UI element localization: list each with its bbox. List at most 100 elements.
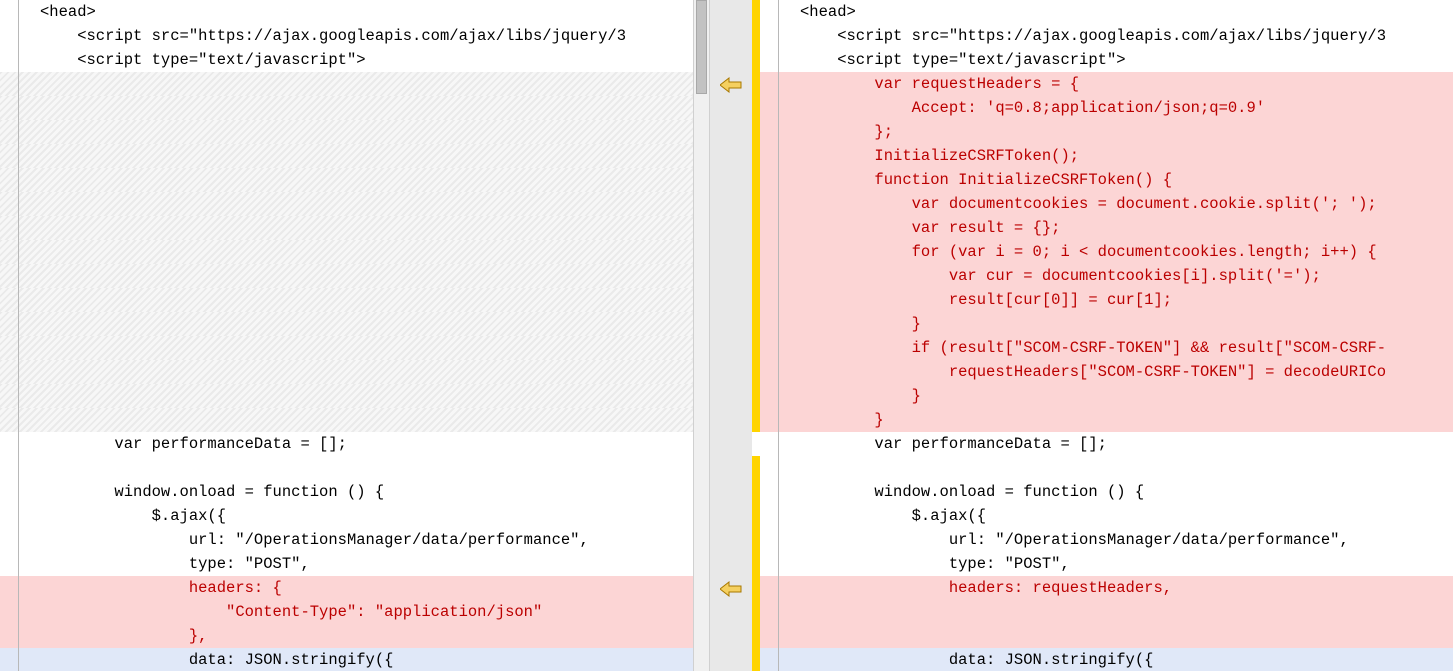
right-code-line[interactable]: } [760,312,1453,336]
left-code-line[interactable] [0,216,693,240]
code-text: }, [40,627,207,645]
left-code-line[interactable] [0,456,693,480]
right-code-line[interactable]: var documentcookies = document.cookie.sp… [760,192,1453,216]
right-code-line[interactable] [760,456,1453,480]
fold-gutter [760,408,800,432]
fold-gutter [760,24,800,48]
right-code-line[interactable]: window.onload = function () { [760,480,1453,504]
fold-gutter [760,576,800,600]
right-code-line[interactable]: var requestHeaders = { [760,72,1453,96]
fold-gutter [0,144,40,168]
left-code-line[interactable]: headers: { [0,576,693,600]
left-code-line[interactable] [0,288,693,312]
merge-left-arrow-icon[interactable] [720,581,742,597]
left-code-line[interactable] [0,168,693,192]
scroll-thumb[interactable] [696,0,707,94]
fold-gutter [0,240,40,264]
right-code-line[interactable]: for (var i = 0; i < documentcookies.leng… [760,240,1453,264]
left-pane[interactable]: <head> <script src="https://ajax.googlea… [0,0,693,671]
right-code-line[interactable]: headers: requestHeaders, [760,576,1453,600]
right-code-line[interactable]: <head> [760,0,1453,24]
right-code-line[interactable]: }; [760,120,1453,144]
left-code-line[interactable] [0,336,693,360]
code-text: data: JSON.stringify({ [40,651,393,669]
code-text: for (var i = 0; i < documentcookies.leng… [800,243,1377,261]
fold-gutter [0,432,40,456]
left-code-line[interactable]: window.onload = function () { [0,480,693,504]
left-code-line[interactable] [0,240,693,264]
left-code-line[interactable]: <script src="https://ajax.googleapis.com… [0,24,693,48]
right-code-line[interactable]: function InitializeCSRFToken() { [760,168,1453,192]
fold-gutter [760,528,800,552]
code-text: } [800,387,921,405]
fold-gutter [760,624,800,648]
right-code-line[interactable] [760,624,1453,648]
code-text: $.ajax({ [800,507,986,525]
fold-gutter [0,72,40,96]
left-code-line[interactable]: var performanceData = []; [0,432,693,456]
right-code-line[interactable]: result[cur[0]] = cur[1]; [760,288,1453,312]
fold-gutter [0,624,40,648]
left-code-line[interactable]: data: JSON.stringify({ [0,648,693,671]
code-text: var documentcookies = document.cookie.sp… [800,195,1377,213]
left-code-line[interactable]: <script type="text/javascript"> [0,48,693,72]
fold-gutter [0,312,40,336]
overview-ruler[interactable] [752,0,760,671]
left-code-line[interactable] [0,264,693,288]
right-code-line[interactable]: <script src="https://ajax.googleapis.com… [760,24,1453,48]
left-code-line[interactable] [0,192,693,216]
left-code-line[interactable]: type: "POST", [0,552,693,576]
code-text: InitializeCSRFToken(); [800,147,1079,165]
code-text: <script src="https://ajax.googleapis.com… [40,27,626,45]
right-code-line[interactable]: data: JSON.stringify({ [760,648,1453,671]
left-code-line[interactable] [0,384,693,408]
right-code-line[interactable]: var cur = documentcookies[i].split('='); [760,264,1453,288]
right-code-line[interactable]: } [760,384,1453,408]
left-code-line[interactable] [0,72,693,96]
right-code-line[interactable]: InitializeCSRFToken(); [760,144,1453,168]
right-code-line[interactable]: Accept: 'q=0.8;application/json;q=0.9' [760,96,1453,120]
right-code-line[interactable]: type: "POST", [760,552,1453,576]
right-code-line[interactable]: url: "/OperationsManager/data/performanc… [760,528,1453,552]
fold-gutter [760,504,800,528]
right-code-line[interactable]: $.ajax({ [760,504,1453,528]
left-code-line[interactable] [0,312,693,336]
right-code-line[interactable]: <script type="text/javascript"> [760,48,1453,72]
code-text: <script src="https://ajax.googleapis.com… [800,27,1386,45]
right-code-line[interactable]: if (result["SCOM-CSRF-TOKEN"] && result[… [760,336,1453,360]
merge-left-arrow-icon[interactable] [720,77,742,93]
left-code-line[interactable] [0,360,693,384]
fold-gutter [760,144,800,168]
fold-gutter [0,96,40,120]
left-code-line[interactable] [0,408,693,432]
diff-viewer: <head> <script src="https://ajax.googlea… [0,0,1453,671]
left-code-line[interactable]: url: "/OperationsManager/data/performanc… [0,528,693,552]
left-code-line[interactable]: <head> [0,0,693,24]
right-code-line[interactable]: requestHeaders["SCOM-CSRF-TOKEN"] = deco… [760,360,1453,384]
code-text: var requestHeaders = { [800,75,1079,93]
code-text: type: "POST", [40,555,310,573]
fold-gutter [760,456,800,480]
code-text: <script type="text/javascript"> [40,51,366,69]
fold-gutter [760,552,800,576]
fold-gutter [760,360,800,384]
code-text: Accept: 'q=0.8;application/json;q=0.9' [800,99,1265,117]
center-gutter [710,0,752,671]
left-code-line[interactable]: }, [0,624,693,648]
left-code-line[interactable]: "Content-Type": "application/json" [0,600,693,624]
left-code-line[interactable] [0,96,693,120]
fold-gutter [0,456,40,480]
right-code-line[interactable]: var performanceData = []; [760,432,1453,456]
fold-gutter [760,312,800,336]
code-text: url: "/OperationsManager/data/performanc… [40,531,589,549]
left-scrollbar[interactable] [693,0,710,671]
right-code-line[interactable] [760,600,1453,624]
left-code-line[interactable] [0,144,693,168]
right-code-line[interactable]: var result = {}; [760,216,1453,240]
right-code-line[interactable]: } [760,408,1453,432]
left-code-line[interactable] [0,120,693,144]
right-pane[interactable]: <head> <script src="https://ajax.googlea… [760,0,1453,671]
fold-gutter [760,120,800,144]
code-text: var performanceData = []; [800,435,1107,453]
left-code-line[interactable]: $.ajax({ [0,504,693,528]
